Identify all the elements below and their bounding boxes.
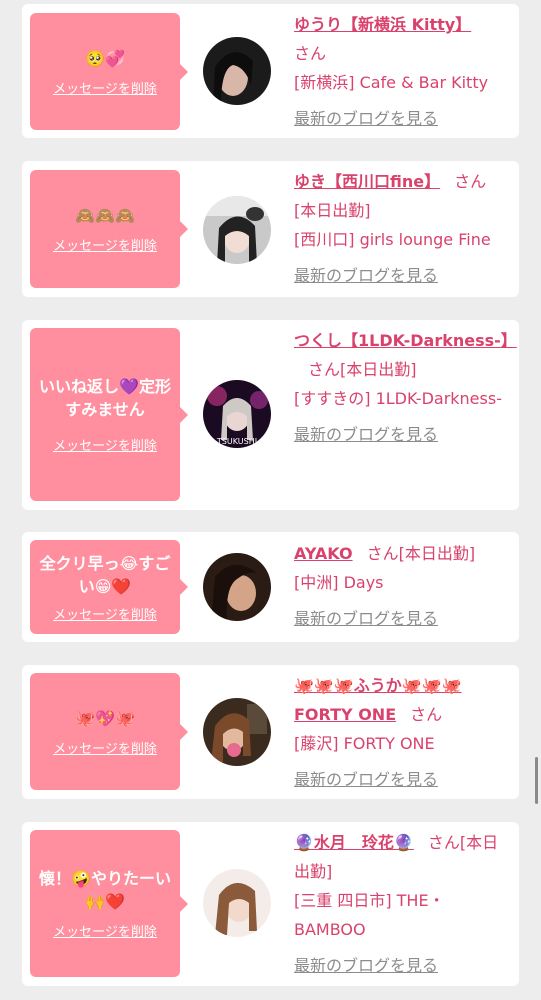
message-card: 全クリ早っ😂すごい😁❤️ メッセージを削除 AYAKO さん[本日出勤] [中洲]… [22,532,519,642]
avatar-photo-icon [203,869,271,937]
avatar-photo-icon [203,37,271,105]
avatar[interactable] [203,196,271,264]
avatar[interactable] [203,869,271,937]
latest-blog-link[interactable]: 最新のブログを見る [294,604,512,633]
cast-name-link[interactable]: つくし【1LDK-Darkness-】 [294,331,517,350]
shop-name: [中洲] Days [294,573,384,592]
avatar[interactable]: TSUKUSHI [203,380,271,448]
cast-info: AYAKO さん[本日出勤] [中洲] Days 最新のブログを見る [294,539,512,633]
delete-message-link[interactable]: メッセージを削除 [53,235,157,254]
message-text: 🥺💞 [85,48,125,68]
cast-name-link[interactable]: AYAKO [294,544,353,563]
message-bubble: 🥺💞 メッセージを削除 [30,13,188,130]
avatar-photo-icon [203,698,271,766]
message-bubble: 🙈🙈🙈 メッセージを削除 [30,170,188,288]
cast-info: 🔮水月 玲花🔮 さん[本日出勤] [三重 四日市] THE・BAMBOO 最新のブ… [294,828,512,980]
latest-blog-link[interactable]: 最新のブログを見る [294,765,512,794]
shop-name: [新横浜] Cafe & Bar Kitty [294,73,489,92]
avatar[interactable] [203,37,271,105]
message-card: 🥺💞 メッセージを削除 ゆうり【新横浜 Kitty】 さん [新横浜] Cafe… [22,4,519,138]
avatar[interactable] [203,553,271,621]
message-card: 🙈🙈🙈 メッセージを削除 ゆき【西川口fine】 さん [本日出勤] [西川口] … [22,161,519,297]
cast-info: ゆうり【新横浜 Kitty】 さん [新横浜] Cafe & Bar Kitty… [294,10,512,133]
avatar-photo-icon [203,553,271,621]
svg-text:TSUKUSHI: TSUKUSHI [216,437,257,446]
message-card: 🐙💖🐙 メッセージを削除 🐙🐙🐙ふうか🐙🐙🐙 FORTY ONE さん [藤沢] … [22,665,519,799]
cast-info: 🐙🐙🐙ふうか🐙🐙🐙 FORTY ONE さん [藤沢] FORTY ONE 最新の… [294,671,512,794]
latest-blog-link[interactable]: 最新のブログを見る [294,951,512,980]
message-text: いいね返し💜定形すみません [39,377,171,419]
message-text: 🐙💖🐙 [75,708,135,728]
latest-blog-link[interactable]: 最新のブログを見る [294,261,512,290]
delete-message-link[interactable]: メッセージを削除 [53,604,157,623]
message-bubble: 懐！🤪やりたーい🙌❤️ メッセージを削除 [30,830,188,977]
message-bubble: いいね返し💜定形すみません メッセージを削除 [30,328,188,501]
latest-blog-link[interactable]: 最新のブログを見る [294,420,512,449]
delete-message-link[interactable]: メッセージを削除 [53,78,157,97]
cast-suffix: さん [294,44,327,63]
cast-suffix: さん [454,172,487,191]
avatar-photo-icon: TSUKUSHI [203,380,271,448]
avatar-photo-icon [203,196,271,264]
shop-name: [すすきの] 1LDK-Darkness- [294,389,502,408]
scrollbar[interactable] [535,757,538,804]
cast-name-link[interactable]: ゆき【西川口fine】 [294,172,440,191]
cast-info: ゆき【西川口fine】 さん [本日出勤] [西川口] girls lounge … [294,167,512,290]
message-bubble: 全クリ早っ😂すごい😁❤️ メッセージを削除 [30,540,188,634]
delete-message-link[interactable]: メッセージを削除 [53,738,157,757]
cast-suffix: さん[本日出勤] [308,360,417,379]
delete-message-link[interactable]: メッセージを削除 [53,435,157,454]
message-bubble: 🐙💖🐙 メッセージを削除 [30,673,188,790]
message-card: 懐！🤪やりたーい🙌❤️ メッセージを削除 🔮水月 玲花🔮 さん[本日出勤] [三重… [22,822,519,986]
message-text: 全クリ早っ😂すごい😁❤️ [39,553,171,596]
latest-blog-link[interactable]: 最新のブログを見る [294,104,512,133]
shop-name: [西川口] girls lounge Fine [294,230,491,249]
message-text: 🙈🙈🙈 [75,206,135,225]
message-text: 懐！🤪やりたーい🙌❤️ [39,869,171,911]
cast-name-link[interactable]: 🔮水月 玲花🔮 [294,833,414,852]
cast-suffix: さん [410,705,443,724]
cast-name-link[interactable]: ゆうり【新横浜 Kitty】 [294,15,471,34]
delete-message-link[interactable]: メッセージを削除 [53,921,157,940]
avatar[interactable] [203,698,271,766]
cast-info: つくし【1LDK-Darkness-】さん[本日出勤] [すすきの] 1LDK-… [294,326,517,449]
shop-name: [藤沢] FORTY ONE [294,734,435,753]
message-card: いいね返し💜定形すみません メッセージを削除 TSUKUSHI つくし【1LDK… [22,320,519,510]
work-status: [本日出勤] [294,201,371,220]
shop-name: [三重 四日市] THE・BAMBOO [294,891,445,939]
cast-suffix: さん[本日出勤] [366,544,476,563]
